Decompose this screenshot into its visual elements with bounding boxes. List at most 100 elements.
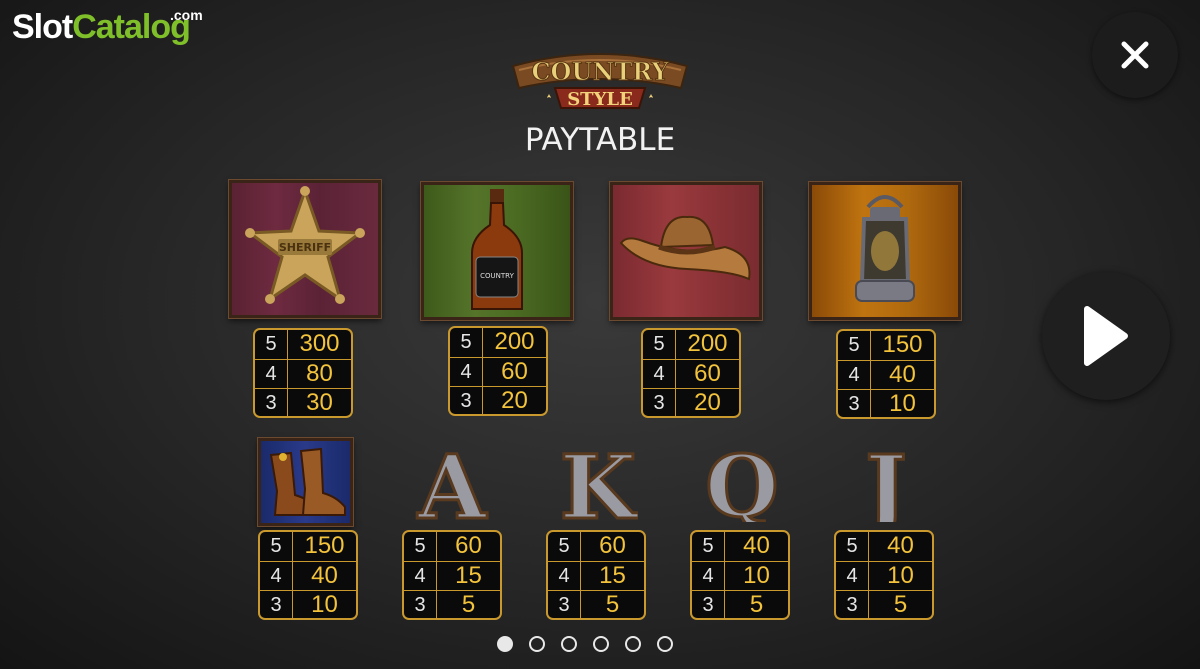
count-4: 4 <box>702 564 714 587</box>
pay-value: 300 <box>287 330 351 359</box>
pay-value: 10 <box>868 561 932 591</box>
count-5: 5 <box>270 535 282 557</box>
pay-value: 15 <box>436 561 500 591</box>
count-3: 3 <box>653 392 665 415</box>
pay-value: 20 <box>482 387 546 414</box>
count-4: 4 <box>558 564 570 587</box>
letter-k-glyph: K <box>560 440 638 522</box>
pay-value: 5 <box>724 591 788 618</box>
paytable-sheriff-badge: 5 300 4 80 3 30 <box>253 328 353 418</box>
close-icon <box>1121 41 1149 69</box>
slotcatalog-logo: SlotCatalog .com <box>12 8 203 44</box>
pay-value: 10 <box>292 591 356 618</box>
symbol-letter-a: A <box>412 434 492 541</box>
page-dot-4[interactable] <box>593 636 609 652</box>
count-3: 3 <box>265 392 277 415</box>
page-title: PAYTABLE <box>524 122 676 158</box>
symbol-letter-j: J <box>846 434 926 541</box>
boots-icon <box>269 447 346 516</box>
logo-style-text: STYLE <box>567 89 633 110</box>
symbol-cowboy-boots <box>258 438 353 526</box>
count-4: 4 <box>414 564 426 587</box>
count-5: 5 <box>653 333 665 355</box>
letter-q-icon: Q <box>704 436 780 538</box>
pay-value: 5 <box>868 591 932 618</box>
paytable-whiskey-bottle: 5 200 4 60 3 20 <box>448 326 548 416</box>
count-3: 3 <box>848 393 860 416</box>
count-3: 3 <box>702 594 714 617</box>
page-dot-1[interactable] <box>497 636 513 652</box>
pay-value: 60 <box>675 359 739 389</box>
pay-value: 10 <box>724 561 788 591</box>
page-dot-3[interactable] <box>561 636 577 652</box>
pay-value: 200 <box>675 330 739 359</box>
count-5: 5 <box>848 334 860 356</box>
pay-value: 60 <box>436 532 500 561</box>
pay-value: 5 <box>436 591 500 618</box>
symbol-sheriff-badge: SHERIFF <box>229 180 381 318</box>
logo-country-text: COUNTRY <box>531 57 669 86</box>
close-button[interactable] <box>1092 12 1178 98</box>
count-3: 3 <box>846 594 858 617</box>
pay-value: 40 <box>292 561 356 591</box>
count-4: 4 <box>265 362 277 385</box>
letter-k-icon: K <box>558 434 641 541</box>
lantern-icon <box>855 195 915 302</box>
pay-value: 15 <box>580 561 644 591</box>
paytable-letter-k: 5 60 4 15 35 <box>546 530 646 620</box>
pay-value: 60 <box>580 532 644 561</box>
symbol-whiskey-bottle: COUNTRY <box>421 182 573 320</box>
count-5: 5 <box>846 535 858 557</box>
bottle-label-text: COUNTRY <box>480 272 514 280</box>
letter-j-glyph: J <box>858 440 907 522</box>
count-5: 5 <box>702 535 714 557</box>
letter-q-glyph: Q <box>705 440 778 522</box>
page-dot-6[interactable] <box>657 636 673 652</box>
sheriff-star-icon: SHERIFF <box>245 186 365 304</box>
paytable-letter-a: 5 60 4 15 35 <box>402 530 502 620</box>
paytable-letter-q: 5 40 4 10 35 <box>690 530 790 620</box>
hat-icon <box>619 215 751 281</box>
count-4: 4 <box>846 564 858 587</box>
brand-com: .com <box>170 7 203 23</box>
pay-value: 40 <box>724 532 788 561</box>
play-arrow-icon <box>1084 306 1128 366</box>
page-dot-2[interactable] <box>529 636 545 652</box>
letter-a-glyph: A <box>417 440 488 522</box>
pay-value: 5 <box>580 591 644 618</box>
count-5: 5 <box>460 331 472 353</box>
bottle-icon: COUNTRY <box>471 189 523 310</box>
pay-value: 80 <box>287 359 351 389</box>
pay-value: 40 <box>868 532 932 561</box>
symbol-lantern <box>809 182 961 320</box>
pagination-dots <box>497 636 673 652</box>
count-5: 5 <box>414 535 426 557</box>
count-4: 4 <box>270 564 282 587</box>
pay-value: 150 <box>870 331 934 360</box>
country-style-logo: COUNTRY STYLE <box>511 53 689 110</box>
count-5: 5 <box>558 535 570 557</box>
count-3: 3 <box>460 390 472 413</box>
count-3: 3 <box>558 594 570 617</box>
letter-j-icon: J <box>857 434 909 541</box>
pay-value: 10 <box>870 390 934 417</box>
count-4: 4 <box>653 362 665 385</box>
pay-value: 40 <box>870 360 934 390</box>
pay-value: 30 <box>287 389 351 416</box>
page-dot-5[interactable] <box>625 636 641 652</box>
pay-value: 60 <box>482 357 546 387</box>
pay-value: 20 <box>675 389 739 416</box>
symbol-letter-q: Q <box>702 436 782 538</box>
count-4: 4 <box>848 363 860 386</box>
paytable-lantern: 5 150 4 40 3 10 <box>836 329 936 419</box>
pay-value: 150 <box>292 532 356 561</box>
paytable-letter-j: 5 40 4 10 35 <box>834 530 934 620</box>
next-page-button[interactable] <box>1042 272 1170 400</box>
count-5: 5 <box>265 333 277 355</box>
paytable-cowboy-boots: 5 150 4 40 3 10 <box>258 530 358 620</box>
paytable-cowboy-hat: 5 200 4 60 3 20 <box>641 328 741 418</box>
count-4: 4 <box>460 360 472 383</box>
count-3: 3 <box>414 594 426 617</box>
pay-value: 200 <box>482 328 546 357</box>
symbol-cowboy-hat <box>610 182 762 320</box>
